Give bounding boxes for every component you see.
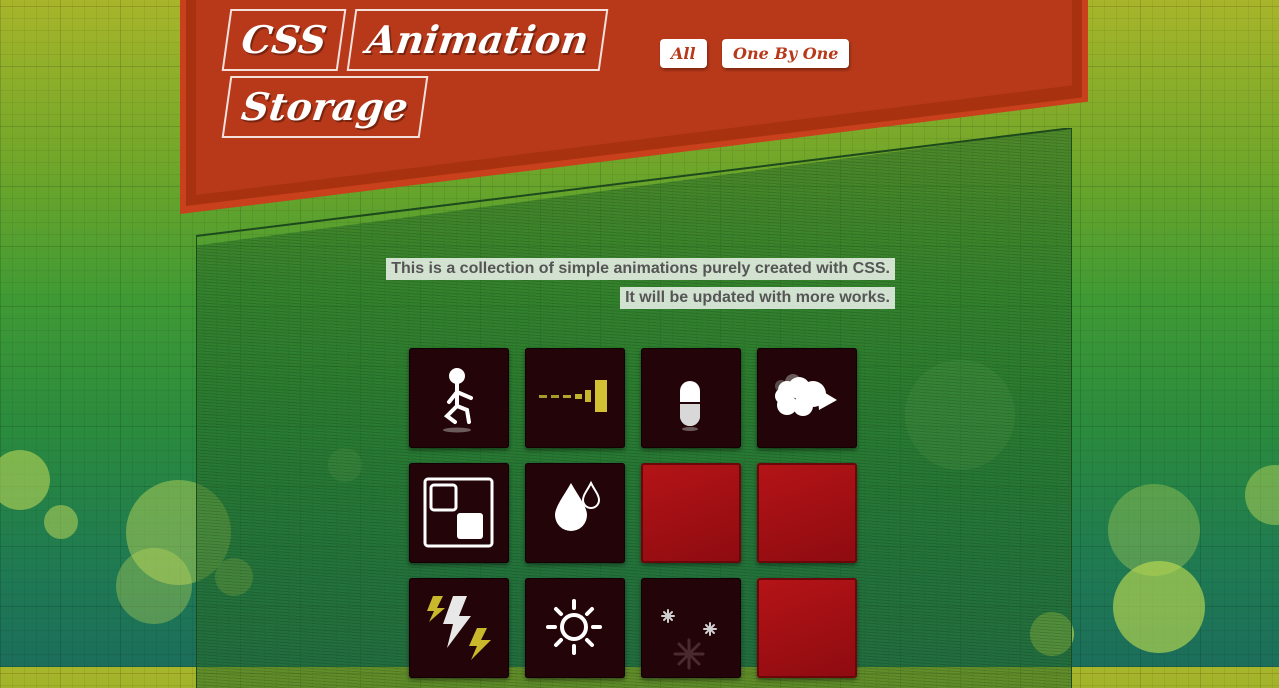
sun-icon	[546, 599, 602, 655]
bokeh-light	[116, 548, 192, 624]
tile-snowflakes[interactable]	[641, 578, 741, 678]
tile-stickman-jump[interactable]	[409, 348, 509, 448]
tile-pill[interactable]	[641, 348, 741, 448]
loading-bars-icon	[539, 380, 607, 412]
tile-loading-bars[interactable]	[525, 348, 625, 448]
tile-clouds[interactable]	[757, 348, 857, 448]
bokeh-light	[44, 505, 78, 539]
all-button[interactable]: All	[660, 39, 707, 68]
tile-water-drops[interactable]	[525, 463, 625, 563]
tile-red-3[interactable]	[757, 578, 857, 678]
lightning-icon	[427, 596, 491, 660]
stickman-jump-icon	[443, 368, 473, 433]
title-word-animation: Animation	[346, 9, 609, 71]
bokeh-light	[0, 450, 50, 510]
tile-red-2[interactable]	[757, 463, 857, 563]
title-word-css: CSS	[221, 9, 347, 71]
title-word-storage: Storage	[221, 76, 429, 138]
snowflakes-icon	[661, 609, 717, 670]
tile-lightning[interactable]	[409, 578, 509, 678]
bokeh-light	[1113, 561, 1205, 653]
tile-sun[interactable]	[525, 578, 625, 678]
intro-line-1: This is a collection of simple animation…	[386, 258, 895, 280]
squares-icon	[423, 477, 494, 548]
bokeh-light	[1245, 465, 1279, 525]
one-by-one-button[interactable]: One By One	[722, 39, 850, 68]
clouds-icon	[775, 374, 837, 416]
content-panel	[196, 128, 1072, 688]
tile-squares[interactable]	[409, 463, 509, 563]
tile-red-1[interactable]	[641, 463, 741, 563]
bokeh-light	[1108, 484, 1200, 576]
pill-icon	[680, 381, 700, 431]
intro-line-2: It will be updated with more works.	[620, 287, 895, 309]
water-drops-icon	[555, 480, 601, 531]
